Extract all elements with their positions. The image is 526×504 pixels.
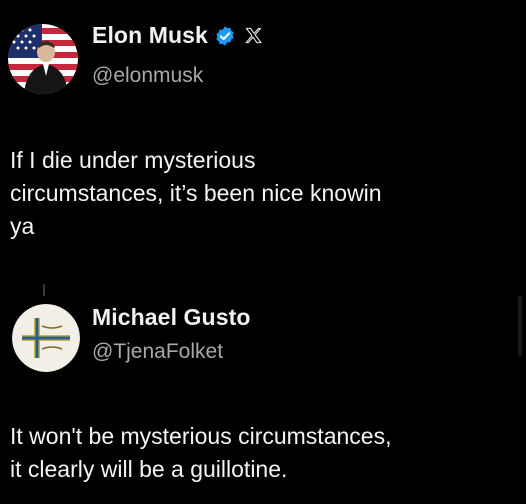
flag-portrait-avatar-icon [8,24,78,94]
reply-author-name-row: Michael Gusto [92,304,251,331]
reply-author-handle[interactable]: @TjenaFolket [92,340,223,364]
tweet-text: If I die under mysterious circumstances,… [10,147,382,239]
author-handle[interactable]: @elonmusk [92,64,203,88]
avatar[interactable] [12,304,80,372]
author-name-row: Elon Musk [92,22,263,49]
tweet-thread: Elon Musk @elonmusk If I die under myste… [0,0,526,504]
reply-text: It won't be mysterious circumstances, it… [10,423,392,482]
x-logo-icon [244,26,263,45]
author-display-name[interactable]: Elon Musk [92,22,208,49]
thread-connector-line [43,284,45,296]
avatar[interactable] [8,24,78,94]
verified-badge-icon [214,25,236,47]
reply-author-display-name[interactable]: Michael Gusto [92,304,251,331]
cross-emblem-avatar-icon [12,304,80,372]
scrollbar[interactable] [518,296,522,356]
